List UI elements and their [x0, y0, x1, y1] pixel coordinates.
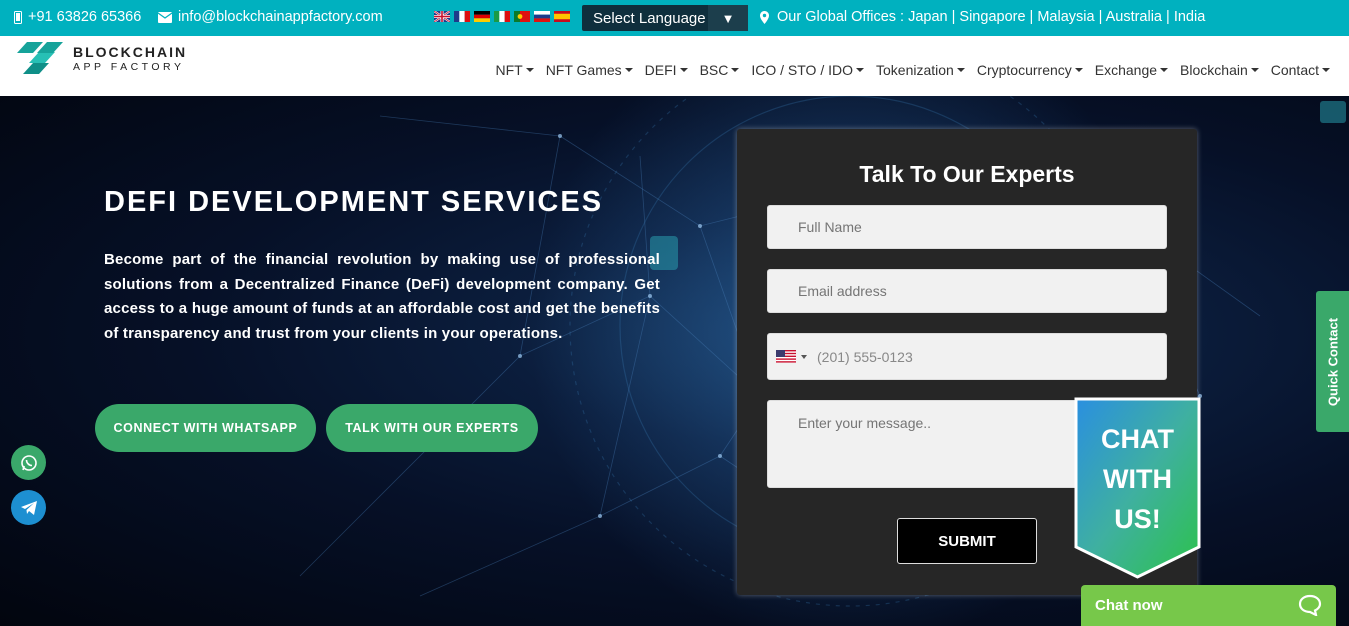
logo-mark-icon	[17, 42, 63, 74]
nav-item-label: Exchange	[1094, 62, 1158, 78]
caret-down-icon	[624, 68, 633, 72]
chat-now-widget[interactable]: Chat now	[1081, 585, 1336, 626]
main-header: BLOCKCHAIN APP FACTORY NFT NFT Games DEF…	[0, 36, 1349, 96]
caret-down-icon	[679, 68, 688, 72]
nav-item-bsc[interactable]: BSC	[700, 62, 740, 78]
nav-item-tokenization[interactable]: Tokenization	[876, 62, 965, 78]
nav-item-nft[interactable]: NFT	[495, 62, 534, 78]
quick-contact-tab[interactable]: Quick Contact	[1316, 291, 1349, 432]
caret-down-icon	[1074, 68, 1083, 72]
chat-badge-line: US!	[1114, 504, 1161, 534]
logo-text-secondary: APP FACTORY	[73, 60, 185, 73]
german-flag[interactable]	[474, 11, 490, 22]
nav-item-label: NFT Games	[545, 62, 622, 78]
us-flag-icon[interactable]	[776, 350, 796, 363]
offices-text: Our Global Offices : Japan | Singapore |…	[777, 9, 1206, 25]
nav-item-label: Tokenization	[876, 62, 954, 78]
email-contact[interactable]: info@blockchainappfactory.com	[158, 9, 383, 25]
full-name-input[interactable]	[767, 205, 1167, 249]
chat-bubble-icon	[1298, 594, 1322, 616]
telegram-icon	[20, 500, 37, 515]
mobile-phone-icon	[14, 10, 22, 24]
caret-down-icon	[856, 68, 865, 72]
language-flags	[434, 11, 570, 22]
quick-contact-label: Quick Contact	[1325, 317, 1340, 406]
caret-down-icon	[1322, 68, 1330, 72]
nav-item-cryptocurrency[interactable]: Cryptocurrency	[977, 62, 1083, 78]
site-logo[interactable]: BLOCKCHAIN APP FACTORY	[15, 40, 187, 76]
chat-now-label: Chat now	[1095, 597, 1163, 614]
top-bar: +91 63826 65366 info@blockchainappfactor…	[0, 0, 1349, 36]
logo-text-primary: BLOCKCHAIN	[73, 43, 188, 60]
talk-experts-button[interactable]: TALK WITH OUR EXPERTS	[326, 404, 538, 452]
french-flag[interactable]	[454, 11, 470, 22]
nav-item-label: NFT	[495, 62, 523, 78]
chat-badge-line: WITH	[1103, 464, 1172, 494]
hero-title: DEFI DEVELOPMENT SERVICES	[104, 186, 604, 218]
nav-item-label: Cryptocurrency	[976, 62, 1072, 78]
location-pin-icon	[760, 10, 769, 24]
caret-down-icon	[525, 68, 534, 72]
email-address[interactable]: info@blockchainappfactory.com	[178, 9, 383, 25]
nav-item-label: BSC	[699, 62, 729, 78]
nav-item-defi[interactable]: DEFI	[645, 62, 688, 78]
phone-input[interactable]: (201) 555-0123	[817, 349, 913, 365]
country-dropdown-icon[interactable]	[801, 354, 807, 359]
caret-down-icon	[1160, 68, 1169, 72]
whatsapp-icon	[20, 454, 37, 471]
nav-item-label: ICO / STO / IDO	[751, 62, 854, 78]
nav-item-exchange[interactable]: Exchange	[1094, 62, 1169, 78]
main-nav: NFT NFT Games DEFI BSC ICO / STO / IDO T…	[495, 62, 1330, 78]
nav-item-label: Blockchain	[1180, 62, 1248, 78]
nav-item-label: DEFI	[644, 62, 677, 78]
chat-badge-line: CHAT	[1101, 424, 1174, 454]
phone-input-wrapper[interactable]: (201) 555-0123	[767, 333, 1167, 380]
chat-with-us-badge[interactable]: CHAT WITH US!	[1074, 397, 1201, 579]
envelope-icon	[158, 11, 172, 23]
form-title: Talk To Our Experts	[859, 161, 1075, 187]
dropdown-arrow-icon: ▼	[708, 5, 748, 31]
phone-number[interactable]: +91 63826 65366	[28, 9, 141, 25]
connect-whatsapp-button[interactable]: CONNECT WITH WHATSAPP	[95, 404, 316, 452]
whatsapp-float-button[interactable]	[11, 445, 46, 480]
nav-item-contact[interactable]: Contact	[1271, 62, 1330, 78]
telegram-float-button[interactable]	[11, 490, 46, 525]
nav-item-nft-games[interactable]: NFT Games	[546, 62, 633, 78]
phone-contact[interactable]: +91 63826 65366	[14, 9, 141, 25]
language-select-label: Select Language	[593, 9, 706, 27]
russian-flag[interactable]	[534, 11, 550, 22]
english-flag[interactable]	[434, 11, 450, 22]
spanish-flag[interactable]	[554, 11, 570, 22]
submit-button[interactable]: SUBMIT	[897, 518, 1037, 564]
caret-down-icon	[956, 68, 965, 72]
caret-down-icon	[1250, 68, 1259, 72]
nav-item-ico-sto-ido[interactable]: ICO / STO / IDO	[751, 62, 865, 78]
portuguese-flag[interactable]	[514, 11, 530, 22]
italian-flag[interactable]	[494, 11, 510, 22]
nav-item-blockchain[interactable]: Blockchain	[1180, 62, 1259, 78]
language-select[interactable]: Select Language ▼	[582, 5, 748, 31]
hero-description: Become part of the financial revolution …	[104, 251, 660, 342]
email-input[interactable]	[767, 269, 1167, 313]
nav-item-label: Contact	[1270, 62, 1319, 78]
global-offices: Our Global Offices : Japan | Singapore |…	[760, 9, 1205, 25]
chat-badge-text: CHAT WITH US!	[1074, 419, 1201, 539]
caret-down-icon	[731, 68, 740, 72]
